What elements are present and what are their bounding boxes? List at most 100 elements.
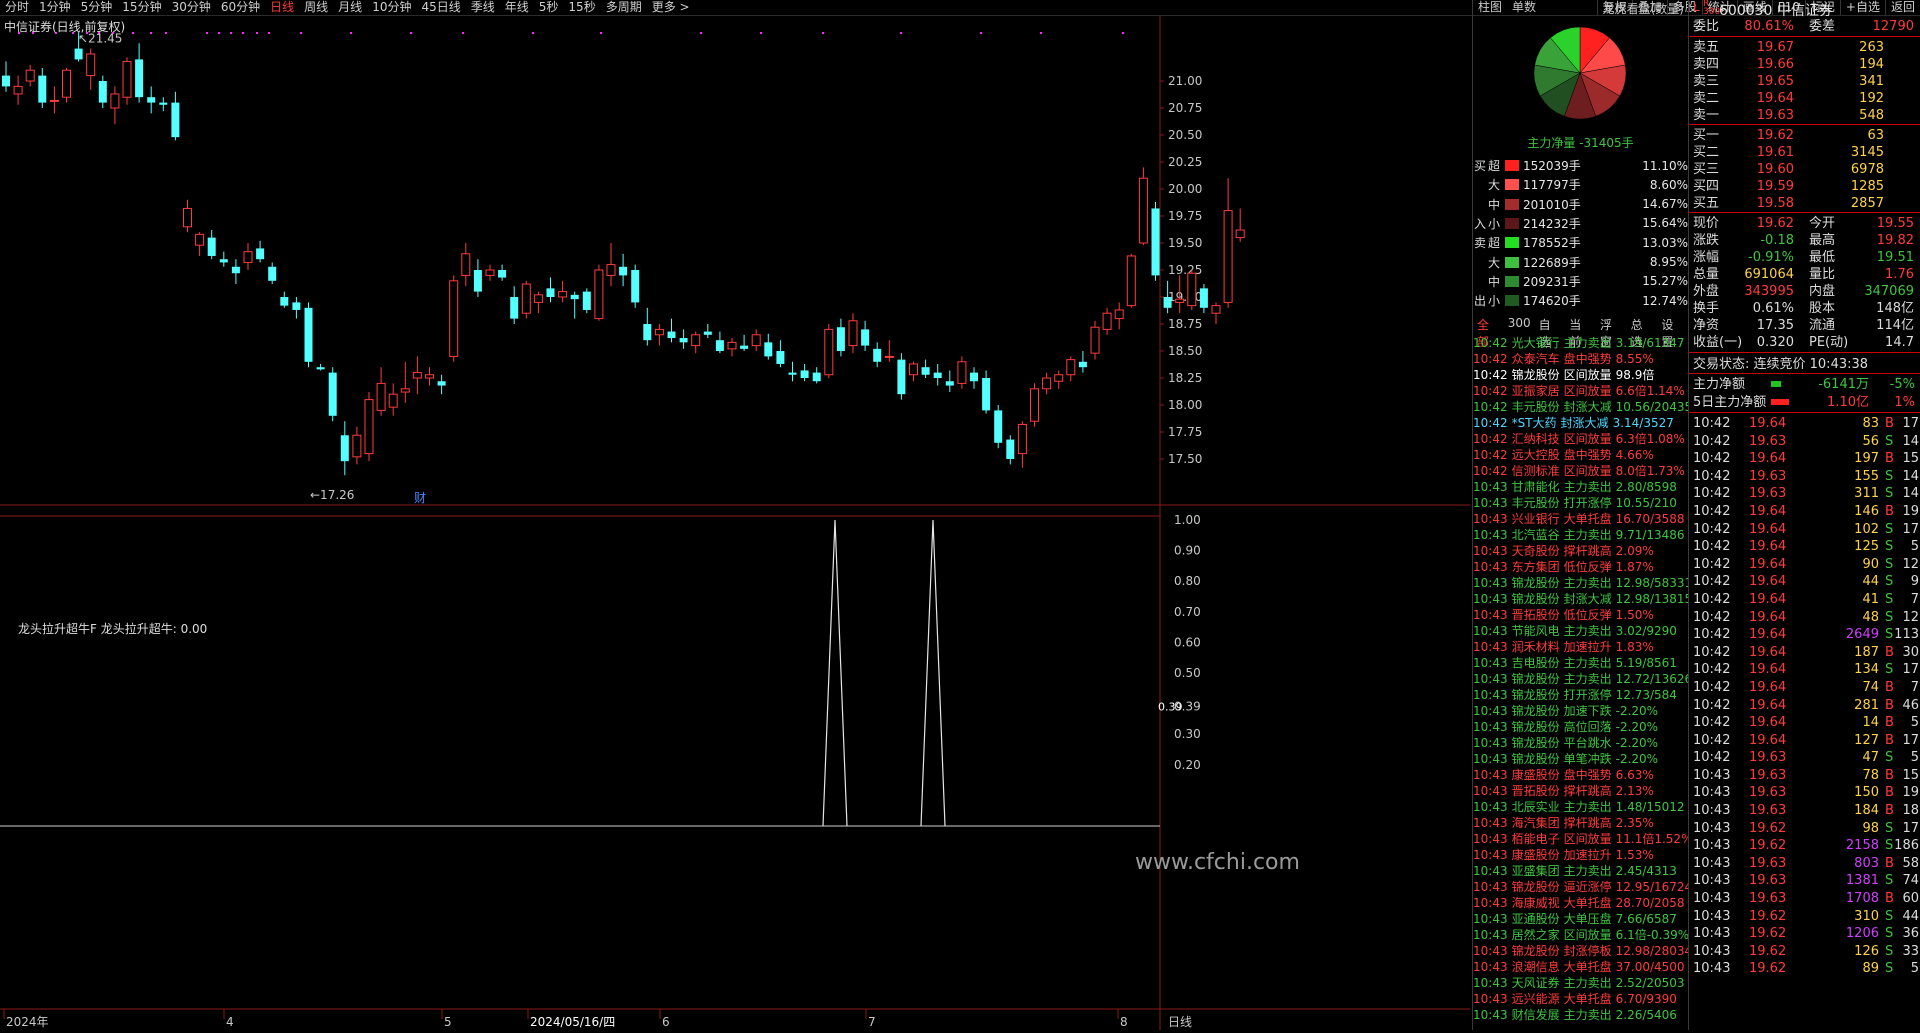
alert-row[interactable]: 10:43 锦龙股份 封涨大减 12.98/13815 (1473, 591, 1688, 607)
alert-row[interactable]: 10:42 光大银行 主力卖出 3.19/61347 (1473, 335, 1688, 351)
period-tab[interactable]: 45日线 (416, 0, 465, 15)
tick-cell: 10:42 (1693, 732, 1731, 748)
alert-row[interactable]: 10:43 锦龙股份 主力卖出 12.98/58331 (1473, 575, 1688, 591)
tick-cell: 1206 (1845, 926, 1879, 942)
period-tab[interactable]: 15分钟 (117, 0, 166, 15)
period-tab[interactable]: 季线 (466, 0, 500, 15)
finance-marker[interactable]: 财 (414, 491, 426, 505)
period-tab[interactable]: 60分钟 (216, 0, 265, 15)
alert-row[interactable]: 10:43 吉电股份 主力卖出 5.19/8561 (1473, 655, 1688, 671)
alert-row[interactable]: 10:43 海康威视 大单托盘 28.70/2058 (1473, 895, 1688, 911)
alert-stock: 锦龙股份 (1511, 752, 1560, 766)
candle[interactable] (521, 280, 531, 319)
alert-row[interactable]: 10:43 润禾材料 加速拉升 1.83% (1473, 639, 1688, 655)
tick-cell: 19.64 (1749, 627, 1787, 643)
period-tab[interactable]: 更多 > (647, 0, 695, 15)
candle[interactable] (62, 68, 71, 103)
period-tab[interactable]: 1分钟 (34, 0, 76, 15)
alert-row[interactable]: 10:43 晋拓股份 低位反弹 1.50% (1473, 607, 1688, 623)
alert-row[interactable]: 10:43 锦龙股份 加速下跌 -2.20% (1473, 703, 1688, 719)
alert-row[interactable]: 10:43 兴业银行 大单托盘 16.70/3588 (1473, 511, 1688, 527)
alert-row[interactable]: 10:42 众泰汽车 盘中强势 8.55% (1473, 351, 1688, 367)
alert-row[interactable]: 10:43 锦龙股份 单笔冲跌 -2.20% (1473, 751, 1688, 767)
period-tab[interactable]: 10分钟 (367, 0, 416, 15)
alert-time: 10:43 (1473, 832, 1508, 846)
period-tab[interactable]: 5秒 (534, 0, 564, 15)
alert-row[interactable]: 10:42 亚振家居 区间放量 6.6倍1.14% (1473, 383, 1688, 399)
candle[interactable] (1138, 167, 1148, 246)
alert-row[interactable]: 10:43 远兴能源 大单托盘 6.70/9390 (1473, 991, 1688, 1007)
alert-row[interactable]: 10:43 锦龙股份 封涨停板 12.98/28034 (1473, 943, 1688, 959)
candle[interactable] (328, 367, 337, 422)
alert-event: 撑杆跳高 (1563, 544, 1612, 558)
candle[interactable] (1030, 383, 1039, 427)
alert-row[interactable]: 10:43 浪潮信息 大单托盘 37.00/4500 (1473, 959, 1688, 975)
alert-row[interactable]: 10:43 锦龙股份 平台跳水 -2.20% (1473, 735, 1688, 751)
alert-row[interactable]: 10:43 天风证券 主力卖出 2.52/20503 (1473, 975, 1688, 991)
tick-list[interactable]: 10:42 19.64 83 B 17 10:42 19.63 56 S 14 10:42 19.64… (1689, 415, 1920, 978)
kline-chart[interactable]: 21.00 20.75 20.50 20.25 20.00 19.75 19.50 19.25… (0, 16, 1470, 1030)
market-alerts-list[interactable]: 10:42 光大银行 主力卖出 3.19/61347 10:42 众泰汽车 盘中强势 8.55… (1473, 335, 1688, 1023)
candle[interactable] (1151, 201, 1160, 281)
alert-row[interactable]: 10:43 栢能电子 区间放量 11.1倍1.52% (1473, 831, 1688, 847)
candle[interactable] (897, 353, 906, 400)
period-tab[interactable]: 月线 (333, 0, 367, 15)
alert-row[interactable]: 10:43 海汽集团 撑杆跳高 2.35% (1473, 815, 1688, 831)
alert-row[interactable]: 10:43 北汽蓝谷 主力卖出 9.71/13486 (1473, 527, 1688, 543)
alert-row[interactable]: 10:43 北辰实业 主力卖出 1.48/15012 (1473, 799, 1688, 815)
alert-row[interactable]: 10:43 亚通股份 大单压盘 7.66/6587 (1473, 911, 1688, 927)
candle[interactable] (364, 392, 374, 462)
alert-row[interactable]: 10:43 居然之家 区间放量 6.1倍-0.39% (1473, 927, 1688, 943)
alert-event: 区间放量 (1563, 368, 1612, 382)
period-tab[interactable]: 分时 (0, 0, 34, 15)
alert-row[interactable]: 10:43 节能风电 主力卖出 3.02/9290 (1473, 623, 1688, 639)
panel-tab[interactable]: 单数 (1507, 0, 1541, 15)
alert-row[interactable]: 10:42 信测标准 区间放量 8.0倍1.73% (1473, 463, 1688, 479)
candle[interactable] (594, 264, 604, 321)
alert-row[interactable]: 10:43 丰元股份 打开涨停 10.55/210 (1473, 495, 1688, 511)
tick-cell: 19.64 (1749, 416, 1787, 431)
alert-row[interactable]: 10:43 康盛股份 加速拉升 1.53% (1473, 847, 1688, 863)
alert-row[interactable]: 10:43 锦龙股份 高位回落 -2.20% (1473, 719, 1688, 735)
alert-row[interactable]: 10:43 甘肃能化 主力卖出 2.80/8598 (1473, 479, 1688, 495)
alert-row[interactable]: 10:43 东方集团 低位反弹 1.87% (1473, 559, 1688, 575)
alert-row[interactable]: 10:43 财信发展 主力卖出 2.26/5406 (1473, 1007, 1688, 1023)
chart-area[interactable]: 21.00 20.75 20.50 20.25 20.00 19.75 19.50 19.25… (0, 16, 1470, 1030)
alert-row[interactable]: 10:43 晋拓股份 撑杆跳高 2.13% (1473, 783, 1688, 799)
flow-percent: 12.74% (1642, 293, 1688, 308)
period-tab[interactable]: 日线 (265, 0, 299, 15)
candle[interactable] (1187, 270, 1197, 310)
period-tab[interactable]: 周线 (299, 0, 333, 15)
alert-row[interactable]: 10:42 *ST大药 封涨大减 3.14/3527 (1473, 415, 1688, 431)
period-tab[interactable]: 30分钟 (167, 0, 216, 15)
tick-cell: 19.64 (1749, 609, 1787, 625)
flow-swatch (1505, 275, 1519, 287)
period-tab[interactable]: 15秒 (563, 0, 600, 15)
alert-row[interactable]: 10:42 锦龙股份 区间放量 98.9倍 (1473, 367, 1688, 383)
candle[interactable] (994, 405, 1003, 449)
alert-value: 9.71/13486 (1615, 528, 1685, 542)
period-tab[interactable]: 5分钟 (76, 0, 118, 15)
candle[interactable] (824, 324, 834, 378)
candle[interactable] (122, 57, 132, 105)
candle[interactable] (631, 264, 640, 308)
alert-row[interactable]: 10:43 锦龙股份 打开涨停 12.73/584 (1473, 687, 1688, 703)
alert-row[interactable]: 10:43 天奇股份 撑杆跳高 2.09% (1473, 543, 1688, 559)
alert-row[interactable]: 10:42 丰元股份 封涨大减 10.56/20435 (1473, 399, 1688, 415)
alert-time: 10:43 (1473, 784, 1508, 798)
alert-row[interactable]: 10:43 锦龙股份 逼近涨停 12.95/16724 (1473, 879, 1688, 895)
alert-row[interactable]: 10:43 锦龙股份 主力卖出 12.72/13626 (1473, 671, 1688, 687)
candle[interactable] (449, 275, 459, 362)
period-tab[interactable]: 多周期 (601, 0, 647, 15)
alert-row[interactable]: 10:43 亚盛集团 主力卖出 2.45/4313 (1473, 863, 1688, 879)
alert-time: 10:42 (1473, 368, 1508, 382)
panel-tab[interactable]: 柱图 (1473, 0, 1507, 15)
alert-row[interactable]: 10:43 康盛股份 盘中强势 6.63% (1473, 767, 1688, 783)
candle[interactable] (582, 288, 591, 314)
period-tab[interactable]: 年线 (500, 0, 534, 15)
alert-time: 10:43 (1473, 960, 1508, 974)
alert-row[interactable]: 10:42 汇纳科技 区间放量 6.3倍1.08% (1473, 431, 1688, 447)
candle[interactable] (304, 302, 313, 368)
alert-row[interactable]: 10:42 远大控股 盘中强势 4.66% (1473, 447, 1688, 463)
candle[interactable] (1126, 253, 1136, 308)
